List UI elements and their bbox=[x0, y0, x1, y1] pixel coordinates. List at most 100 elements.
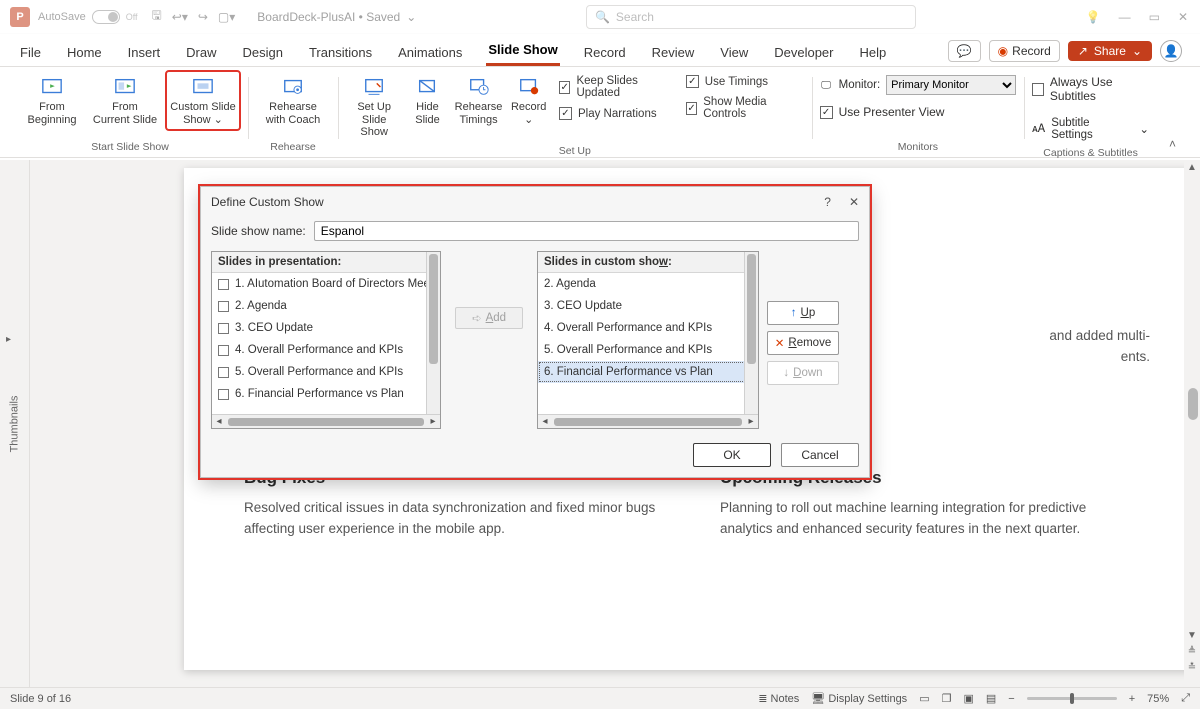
from-beginning-qat-icon[interactable]: ▢▾ bbox=[218, 10, 235, 24]
checkbox-icon[interactable] bbox=[218, 345, 229, 356]
list-item[interactable]: 3. CEO Update bbox=[538, 295, 758, 317]
autosave-toggle[interactable]: AutoSave Off bbox=[38, 10, 138, 24]
slideshow-view-icon[interactable]: ▤ bbox=[986, 692, 996, 705]
undo-icon[interactable]: ↩▾ bbox=[172, 10, 188, 24]
scroll-left-icon[interactable]: ◂ bbox=[212, 416, 226, 427]
close-icon[interactable]: ✕ bbox=[1178, 10, 1188, 24]
zoom-slider[interactable] bbox=[1027, 697, 1117, 700]
scroll-right-icon[interactable]: ▸ bbox=[744, 416, 758, 427]
reading-view-icon[interactable]: ▣ bbox=[963, 692, 973, 705]
normal-view-icon[interactable]: ▭ bbox=[919, 692, 929, 705]
slide-show-name-input[interactable] bbox=[314, 221, 859, 241]
checkbox-icon[interactable] bbox=[218, 323, 229, 334]
always-use-subtitles-checkbox[interactable]: Always Use Subtitles bbox=[1032, 75, 1149, 103]
search-input[interactable]: 🔍 Search bbox=[586, 5, 916, 29]
rehearse-with-coach-button[interactable]: Rehearse with Coach bbox=[256, 71, 330, 130]
list-item[interactable]: 6. Financial Performance vs Plan bbox=[212, 383, 440, 405]
rehearse-timings-button[interactable]: Rehearse Timings bbox=[453, 71, 505, 130]
use-timings-checkbox[interactable]: ✓Use Timings bbox=[686, 75, 798, 88]
list-item[interactable]: 5. Overall Performance and KPIs bbox=[538, 339, 758, 361]
tab-help[interactable]: Help bbox=[858, 39, 889, 66]
help-icon[interactable]: ? bbox=[824, 195, 831, 209]
thumbnails-pane-collapsed[interactable]: Thumbnails bbox=[0, 160, 30, 687]
vertical-scrollbar[interactable]: ▲ ▼ ≜ ≛ bbox=[1184, 160, 1200, 687]
tab-design[interactable]: Design bbox=[241, 39, 285, 66]
tab-file[interactable]: File bbox=[18, 39, 43, 66]
play-narrations-checkbox[interactable]: ✓Play Narrations bbox=[559, 107, 670, 120]
comments-button[interactable]: 💬 bbox=[948, 40, 981, 62]
hide-slide-button[interactable]: Hide Slide bbox=[406, 71, 448, 130]
notes-button[interactable]: ≣ Notes bbox=[758, 692, 799, 705]
remove-button[interactable]: ✕ RemoveRemove bbox=[767, 331, 839, 355]
slide-sorter-view-icon[interactable]: ❐ bbox=[942, 692, 952, 705]
tab-slideshow[interactable]: Slide Show bbox=[486, 36, 559, 66]
tab-animations[interactable]: Animations bbox=[396, 39, 464, 66]
zoom-in-button[interactable]: + bbox=[1129, 693, 1135, 705]
from-current-slide-button[interactable]: From Current Slide bbox=[88, 71, 162, 130]
tab-review[interactable]: Review bbox=[650, 39, 697, 66]
slides-in-custom-show-list[interactable]: Slides in custom show: 2. Agenda 3. CEO … bbox=[537, 251, 759, 429]
scroll-thumb[interactable] bbox=[747, 254, 756, 364]
toggle-icon[interactable] bbox=[92, 10, 120, 24]
fit-to-window-icon[interactable]: ⤢ bbox=[1181, 692, 1190, 705]
list-item[interactable]: 4. Overall Performance and KPIs bbox=[538, 317, 758, 339]
checkbox-icon[interactable] bbox=[218, 367, 229, 378]
show-media-controls-checkbox[interactable]: ✓Show Media Controls bbox=[686, 96, 798, 120]
document-title[interactable]: BoardDeck-PlusAI • Saved ⌄ bbox=[257, 10, 416, 24]
scroll-thumb[interactable] bbox=[554, 418, 742, 426]
lightbulb-icon[interactable]: 💡 bbox=[1086, 10, 1101, 24]
account-button[interactable]: 👤 bbox=[1160, 40, 1182, 62]
display-settings-button[interactable]: 🖥 Display Settings bbox=[811, 692, 907, 705]
ribbon-collapse-button[interactable]: ˄ bbox=[1157, 131, 1188, 157]
list-vscrollbar[interactable] bbox=[744, 252, 758, 414]
record-dropdown-button[interactable]: Record⌄ bbox=[508, 71, 549, 130]
slides-in-presentation-list[interactable]: Slides in presentation: 1. AIutomation B… bbox=[211, 251, 441, 429]
tab-draw[interactable]: Draw bbox=[184, 39, 218, 66]
subtitle-settings-button[interactable]: 🗚 Subtitle Settings ⌄ bbox=[1032, 113, 1149, 145]
list-hscrollbar[interactable]: ◂▸ bbox=[538, 414, 758, 428]
monitor-select[interactable]: Primary Monitor bbox=[886, 75, 1016, 95]
scroll-right-icon[interactable]: ▸ bbox=[426, 416, 440, 427]
save-icon[interactable]: 🖫 bbox=[152, 6, 162, 27]
thumbnails-expand-icon[interactable]: ▸ bbox=[6, 334, 11, 345]
scroll-down-icon[interactable]: ▼ bbox=[1186, 630, 1198, 641]
list-item[interactable]: 4. Overall Performance and KPIs bbox=[212, 339, 440, 361]
list-item[interactable]: 1. AIutomation Board of Directors Meetin… bbox=[212, 273, 440, 295]
scroll-thumb[interactable] bbox=[429, 254, 438, 364]
list-item[interactable]: 5. Overall Performance and KPIs bbox=[212, 361, 440, 383]
tab-insert[interactable]: Insert bbox=[126, 39, 163, 66]
list-item[interactable]: 3. CEO Update bbox=[212, 317, 440, 339]
tab-transitions[interactable]: Transitions bbox=[307, 39, 374, 66]
use-presenter-view-checkbox[interactable]: ✓Use Presenter View bbox=[820, 105, 945, 119]
list-item[interactable]: 2. Agenda bbox=[538, 273, 758, 295]
checkbox-icon[interactable] bbox=[218, 389, 229, 400]
list-vscrollbar[interactable] bbox=[426, 252, 440, 414]
tab-home[interactable]: Home bbox=[65, 39, 104, 66]
checkbox-icon[interactable] bbox=[218, 279, 229, 290]
keep-slides-updated-checkbox[interactable]: ✓Keep Slides Updated bbox=[559, 75, 670, 99]
maximize-icon[interactable]: ▭ bbox=[1149, 10, 1160, 24]
share-button[interactable]: ↗Share⌄ bbox=[1068, 41, 1152, 61]
scroll-thumb[interactable] bbox=[228, 418, 424, 426]
record-button[interactable]: ◉Record bbox=[989, 40, 1060, 62]
close-icon[interactable]: ✕ bbox=[849, 195, 859, 209]
minimize-icon[interactable]: — bbox=[1119, 10, 1131, 24]
list-item[interactable]: 2. Agenda bbox=[212, 295, 440, 317]
tab-view[interactable]: View bbox=[718, 39, 750, 66]
from-beginning-button[interactable]: From Beginning bbox=[20, 71, 84, 130]
tab-record[interactable]: Record bbox=[582, 39, 628, 66]
prev-slide-icon[interactable]: ≜ bbox=[1186, 646, 1198, 657]
next-slide-icon[interactable]: ≛ bbox=[1186, 662, 1198, 673]
custom-slide-show-button[interactable]: Custom Slide Show ⌄ bbox=[166, 71, 240, 130]
scroll-up-icon[interactable]: ▲ bbox=[1186, 162, 1198, 173]
list-hscrollbar[interactable]: ◂▸ bbox=[212, 414, 440, 428]
zoom-out-button[interactable]: − bbox=[1008, 693, 1014, 705]
scroll-left-icon[interactable]: ◂ bbox=[538, 416, 552, 427]
zoom-level[interactable]: 75% bbox=[1147, 693, 1169, 705]
up-button[interactable]: ↑ UpUp bbox=[767, 301, 839, 325]
tab-developer[interactable]: Developer bbox=[772, 39, 835, 66]
cancel-button[interactable]: Cancel bbox=[781, 443, 859, 467]
setup-slide-show-button[interactable]: Set Up Slide Show bbox=[346, 71, 402, 143]
redo-icon[interactable]: ↪ bbox=[198, 10, 208, 24]
list-item-selected[interactable]: 6. Financial Performance vs Plan bbox=[538, 361, 758, 383]
